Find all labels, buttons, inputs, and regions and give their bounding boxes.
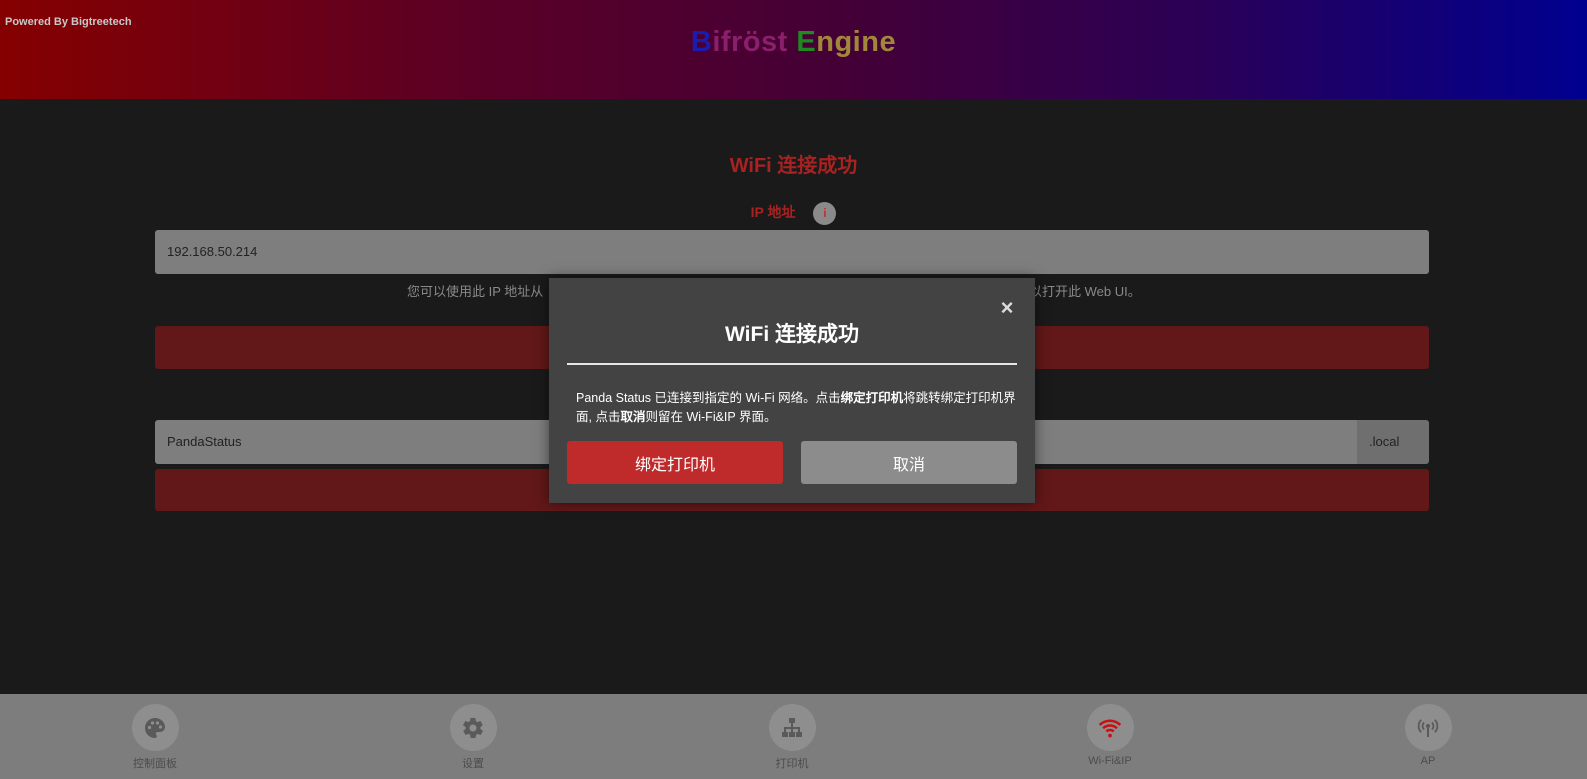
ip-label: IP 地址 (750, 204, 796, 221)
info-icon[interactable]: i (813, 202, 837, 225)
nav-label: 打印机 (775, 758, 809, 770)
bottom-nav: 控制面板 设置 打印机 Wi-Fi&IP AP (0, 694, 1587, 779)
nav-label: Wi-Fi&IP (1088, 755, 1132, 767)
nav-item-wifi-ip[interactable]: Wi-Fi&IP (1060, 704, 1160, 767)
palette-icon (145, 717, 165, 738)
hostname-suffix: .local (1357, 420, 1429, 464)
wifi-success-modal: × WiFi 连接成功 Panda Status 已连接到指定的 Wi-Fi 网… (549, 278, 1035, 503)
brand-title: Bifröst Engine (690, 26, 897, 58)
wifi-icon (1098, 719, 1122, 737)
close-icon[interactable]: × (997, 297, 1017, 319)
nav-item-printer[interactable]: 打印机 (742, 704, 842, 771)
cancel-button[interactable]: 取消 (801, 441, 1017, 484)
broadcast-icon (1417, 718, 1439, 737)
modal-body: Panda Status 已连接到指定的 Wi-Fi 网络。点击绑定打印机将跳转… (576, 391, 1016, 424)
modal-title: WiFi 连接成功 (725, 323, 859, 346)
modal-divider (567, 363, 1017, 365)
bind-printer-button[interactable]: 绑定打印机 (567, 441, 783, 484)
nav-label: AP (1420, 755, 1436, 767)
ip-label-row: IP 地址 i (0, 202, 1587, 225)
nav-label: 控制面板 (133, 758, 177, 770)
nav-item-settings[interactable]: 设置 (423, 704, 523, 771)
nav-item-ap[interactable]: AP (1378, 704, 1478, 767)
nav-item-control-panel[interactable]: 控制面板 (105, 704, 205, 771)
header: Powered By Bigtreetech Bifröst Engine (0, 0, 1587, 99)
ip-address-field[interactable]: 192.168.50.214 (155, 230, 1429, 274)
gear-icon (463, 717, 483, 738)
nav-label: 设置 (462, 758, 484, 770)
sitemap-icon (782, 717, 802, 737)
page-title: WiFi 连接成功 (729, 155, 858, 177)
